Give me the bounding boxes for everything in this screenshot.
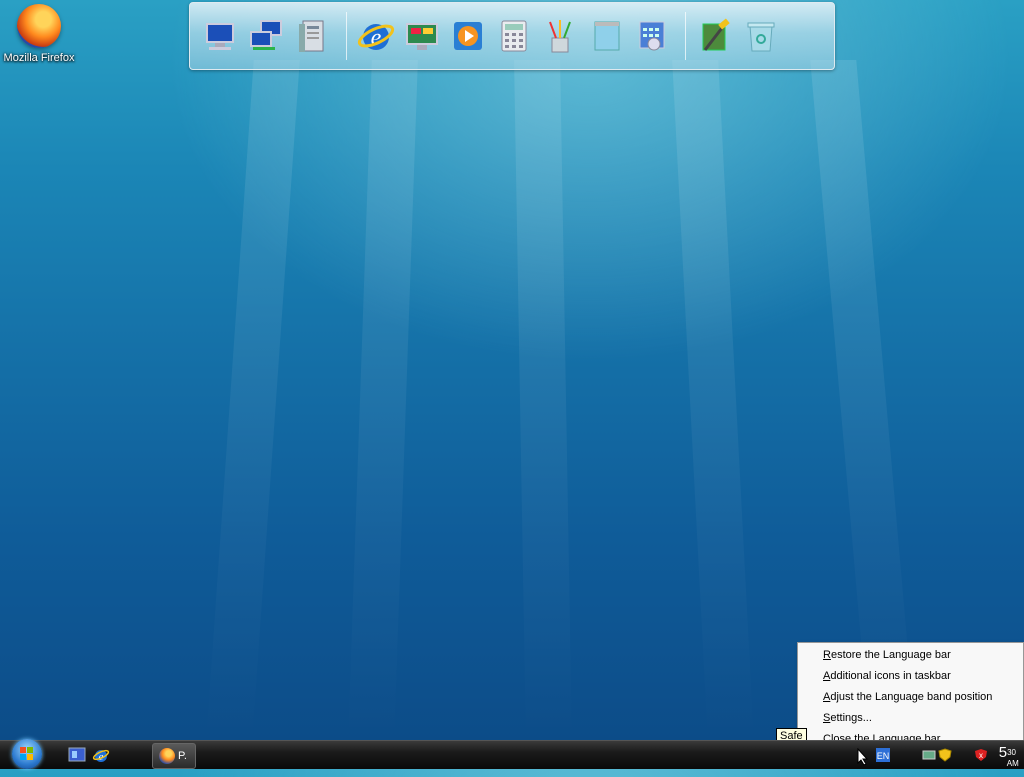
show-desktop-icon[interactable]	[68, 746, 86, 764]
menu-item-label: dditional icons in taskbar	[830, 670, 951, 682]
language-bar-icon[interactable]: EN	[876, 748, 890, 762]
media-player-icon[interactable]	[447, 15, 489, 57]
clock-ampm: AM	[1006, 759, 1019, 768]
menu-item-label: ettings...	[830, 712, 872, 724]
light-ray	[810, 60, 916, 740]
menu-item-additional-icons[interactable]: Additional icons in taskbar	[798, 666, 1023, 687]
dock-bar: e	[189, 2, 835, 70]
clock-minute: 30	[1007, 748, 1016, 757]
svg-text:x: x	[979, 751, 983, 760]
light-ray	[348, 60, 418, 740]
documents-icon[interactable]	[292, 15, 334, 57]
menu-item-settings[interactable]: Settings...	[798, 708, 1023, 729]
calendar-icon[interactable]	[631, 15, 673, 57]
mouse-cursor-icon	[857, 748, 869, 766]
dock-separator	[685, 12, 686, 60]
calculator-icon[interactable]	[493, 15, 535, 57]
firefox-icon	[17, 4, 61, 48]
security-alert-icon[interactable]: x	[974, 748, 988, 762]
control-panel-icon[interactable]	[401, 15, 443, 57]
windows-start-orb[interactable]	[12, 739, 42, 769]
computer-icon[interactable]	[200, 15, 242, 57]
menu-item-mnemonic: R	[823, 649, 831, 661]
internet-explorer-icon[interactable]: e	[92, 746, 110, 764]
notepad-icon[interactable]	[585, 15, 627, 57]
paint-icon[interactable]	[539, 15, 581, 57]
recycle-bin-icon[interactable]	[740, 15, 782, 57]
taskbar-button-label: P.	[178, 750, 187, 762]
taskbar-button-firefox[interactable]: P.	[152, 743, 196, 769]
menu-item-adjust-language-band[interactable]: Adjust the Language band position	[798, 687, 1023, 708]
clock-hour: 5	[998, 744, 1008, 761]
svg-text:EN: EN	[877, 751, 890, 761]
taskbar: e P. EN x 530 AM	[0, 739, 1024, 769]
dock-separator	[346, 12, 347, 60]
light-ray	[206, 60, 300, 740]
system-tray: EN x 530 AM	[844, 741, 1024, 769]
internet-explorer-icon[interactable]: e	[355, 15, 397, 57]
desktop-icon-firefox[interactable]: Mozilla Firefox	[2, 4, 76, 64]
light-ray	[514, 60, 572, 740]
network-icon[interactable]	[246, 15, 288, 57]
tools-icon[interactable]	[694, 15, 736, 57]
windows-flag-icon	[20, 747, 33, 760]
firefox-icon	[159, 748, 175, 764]
desktop-icon-label: Mozilla Firefox	[3, 52, 75, 64]
menu-item-label: estore the Language bar	[830, 649, 951, 661]
light-ray	[672, 60, 754, 740]
language-bar-context-menu: Restore the Language bar Additional icon…	[797, 642, 1024, 752]
menu-item-restore-language-bar[interactable]: Restore the Language bar	[798, 645, 1023, 666]
clock[interactable]: 530 AM	[998, 744, 1019, 777]
menu-item-label: djust the Language band position	[830, 691, 993, 703]
network-tray-icon[interactable]	[922, 748, 936, 762]
security-shield-icon[interactable]	[938, 748, 952, 762]
